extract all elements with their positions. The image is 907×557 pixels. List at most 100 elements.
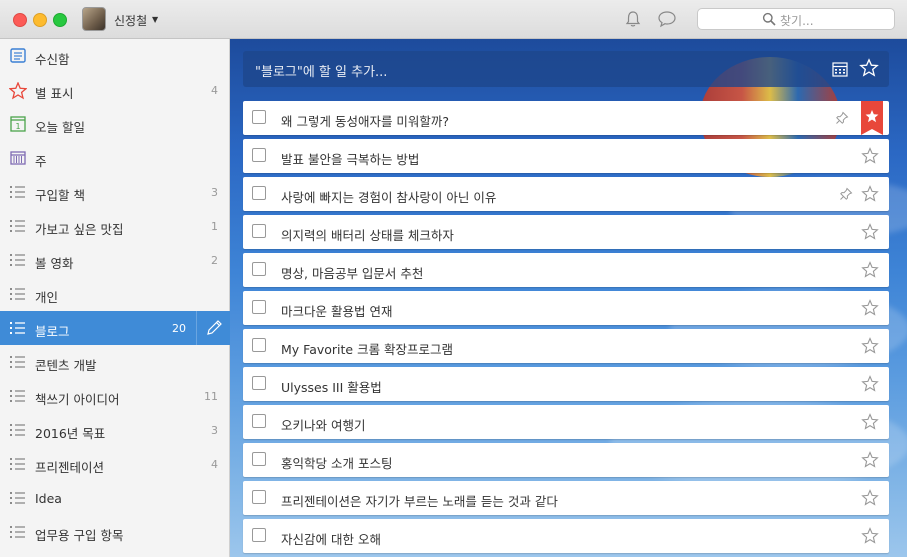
task-checkbox[interactable] [252, 300, 266, 314]
task-row[interactable]: 발표 불안을 극복하는 방법 [243, 139, 889, 173]
star-outline-icon[interactable] [861, 147, 879, 165]
sidebar-item[interactable]: Idea [0, 481, 230, 515]
task-row[interactable]: 왜 그렇게 동성애자를 미워할까? [243, 101, 889, 135]
pin-icon[interactable] [839, 187, 853, 201]
list-icon [9, 252, 27, 268]
list-icon [9, 184, 27, 200]
star-outline-icon[interactable] [861, 413, 879, 431]
sidebar-item[interactable]: 구입할 책 3 [0, 175, 230, 209]
sidebar-item[interactable]: 개인 [0, 277, 230, 311]
sidebar-item[interactable]: 가보고 싶은 맛집 1 [0, 209, 230, 243]
task-row[interactable]: My Favorite 크롬 확장프로그램 [243, 329, 889, 363]
sidebar-item[interactable]: 콘텐츠 개발 [0, 345, 230, 379]
sidebar-item[interactable]: 프리젠테이션 4 [0, 447, 230, 481]
list-icon [9, 354, 27, 370]
task-row[interactable]: 홍익학당 소개 포스팅 [243, 443, 889, 477]
sidebar-item-label: Idea [35, 491, 62, 506]
task-checkbox[interactable] [252, 452, 266, 466]
star-outline-icon[interactable] [861, 261, 879, 279]
task-checkbox[interactable] [252, 224, 266, 238]
task-title[interactable]: 의지력의 배터리 상태를 체크하자 [281, 225, 454, 244]
sidebar-item-label: 블로그 [35, 324, 70, 339]
bell-icon[interactable] [624, 10, 642, 28]
task-row[interactable]: Ulysses III 활용법 [243, 367, 889, 401]
task-title[interactable]: 마크다운 활용법 연재 [281, 301, 392, 320]
task-checkbox[interactable] [252, 490, 266, 504]
task-row[interactable]: 의지력의 배터리 상태를 체크하자 [243, 215, 889, 249]
task-row[interactable]: 명상, 마음공부 입문서 추천 [243, 253, 889, 287]
task-title[interactable]: Ulysses III 활용법 [281, 377, 382, 396]
calendar-icon[interactable] [831, 60, 849, 78]
edit-list-button[interactable] [196, 311, 230, 345]
sidebar-item-label: 볼 영화 [35, 256, 74, 271]
task-checkbox[interactable] [252, 528, 266, 542]
task-row[interactable]: 프리젠테이션은 자기가 부르는 노래를 듣는 것과 같다 [243, 481, 889, 515]
sidebar-item[interactable]: 주 [0, 141, 230, 175]
star-ribbon-icon[interactable] [861, 101, 883, 135]
sidebar-item[interactable]: 블로그 20 [0, 311, 230, 345]
task-title[interactable]: 프리젠테이션은 자기가 부르는 노래를 듣는 것과 같다 [281, 491, 558, 510]
star-outline-icon[interactable] [859, 58, 879, 78]
task-title[interactable]: 홍익학당 소개 포스팅 [281, 453, 392, 472]
close-window-button[interactable] [13, 13, 27, 27]
sidebar-item[interactable]: 별 표시 4 [0, 73, 230, 107]
task-row[interactable]: 마크다운 활용법 연재 [243, 291, 889, 325]
task-title[interactable]: 자신감에 대한 오해 [281, 529, 381, 548]
sidebar-item[interactable]: 2016년 목표 3 [0, 413, 230, 447]
sidebar-item-label: 콘텐츠 개발 [35, 358, 97, 373]
task-row[interactable]: 오키나와 여행기 [243, 405, 889, 439]
task-checkbox[interactable] [252, 186, 266, 200]
star-outline-icon[interactable] [861, 299, 879, 317]
sidebar-item-label: 2016년 목표 [35, 426, 106, 441]
star-outline-icon[interactable] [861, 527, 879, 545]
title-bar: 신정철 ▼ 찾기... [0, 0, 907, 39]
task-checkbox[interactable] [252, 376, 266, 390]
task-row[interactable]: 사랑에 빠지는 경험이 참사랑이 아닌 이유 [243, 177, 889, 211]
calendar-today-icon: 1 [9, 116, 27, 132]
task-title[interactable]: 왜 그렇게 동성애자를 미워할까? [281, 111, 449, 130]
task-row[interactable]: 자신감에 대한 오해 [243, 519, 889, 553]
task-title[interactable]: My Favorite 크롬 확장프로그램 [281, 339, 453, 358]
star-outline-icon[interactable] [861, 375, 879, 393]
comments-icon[interactable] [657, 10, 677, 28]
task-checkbox[interactable] [252, 110, 266, 124]
sidebar-item-label: 주 [35, 154, 47, 169]
add-task-input[interactable]: "블로그"에 할 일 추가... [243, 51, 889, 87]
task-title[interactable]: 명상, 마음공부 입문서 추천 [281, 263, 423, 282]
task-checkbox[interactable] [252, 414, 266, 428]
sidebar-item[interactable]: 수신함 [0, 39, 230, 73]
zoom-window-button[interactable] [53, 13, 67, 27]
star-outline-icon[interactable] [861, 451, 879, 469]
task-checkbox[interactable] [252, 148, 266, 162]
sidebar-item-count: 20 [172, 322, 186, 335]
sidebar-item[interactable]: 업무용 구입 항목 [0, 515, 230, 549]
task-title[interactable]: 사랑에 빠지는 경험이 참사랑이 아닌 이유 [281, 187, 496, 206]
sidebar-item-count: 3 [211, 186, 218, 199]
star-outline-icon[interactable] [861, 185, 879, 203]
star-outline-icon[interactable] [861, 337, 879, 355]
user-name[interactable]: 신정철 [114, 12, 147, 29]
star-outline-icon[interactable] [861, 223, 879, 241]
search-input[interactable]: 찾기... [697, 8, 895, 30]
task-checkbox[interactable] [252, 338, 266, 352]
sidebar-item[interactable]: 1 오늘 할일 [0, 107, 230, 141]
sidebar-item[interactable]: 볼 영화 2 [0, 243, 230, 277]
sidebar-item-count: 4 [211, 458, 218, 471]
list-icon [9, 320, 27, 336]
task-checkbox[interactable] [252, 262, 266, 276]
sidebar-item-label: 업무용 구입 항목 [35, 528, 124, 543]
minimize-window-button[interactable] [33, 13, 47, 27]
sidebar-item[interactable]: 책쓰기 아이디어 11 [0, 379, 230, 413]
list-icon [9, 490, 27, 506]
chevron-down-icon[interactable]: ▼ [152, 15, 158, 24]
task-title[interactable]: 발표 불안을 극복하는 방법 [281, 149, 419, 168]
list-icon [9, 388, 27, 404]
sidebar-item-count: 1 [211, 220, 218, 233]
pencil-icon [207, 320, 222, 335]
star-icon [8, 81, 28, 100]
avatar[interactable] [82, 7, 106, 31]
star-outline-icon[interactable] [861, 489, 879, 507]
task-title[interactable]: 오키나와 여행기 [281, 415, 365, 434]
pin-icon[interactable] [835, 111, 849, 125]
search-placeholder: 찾기... [780, 14, 814, 28]
